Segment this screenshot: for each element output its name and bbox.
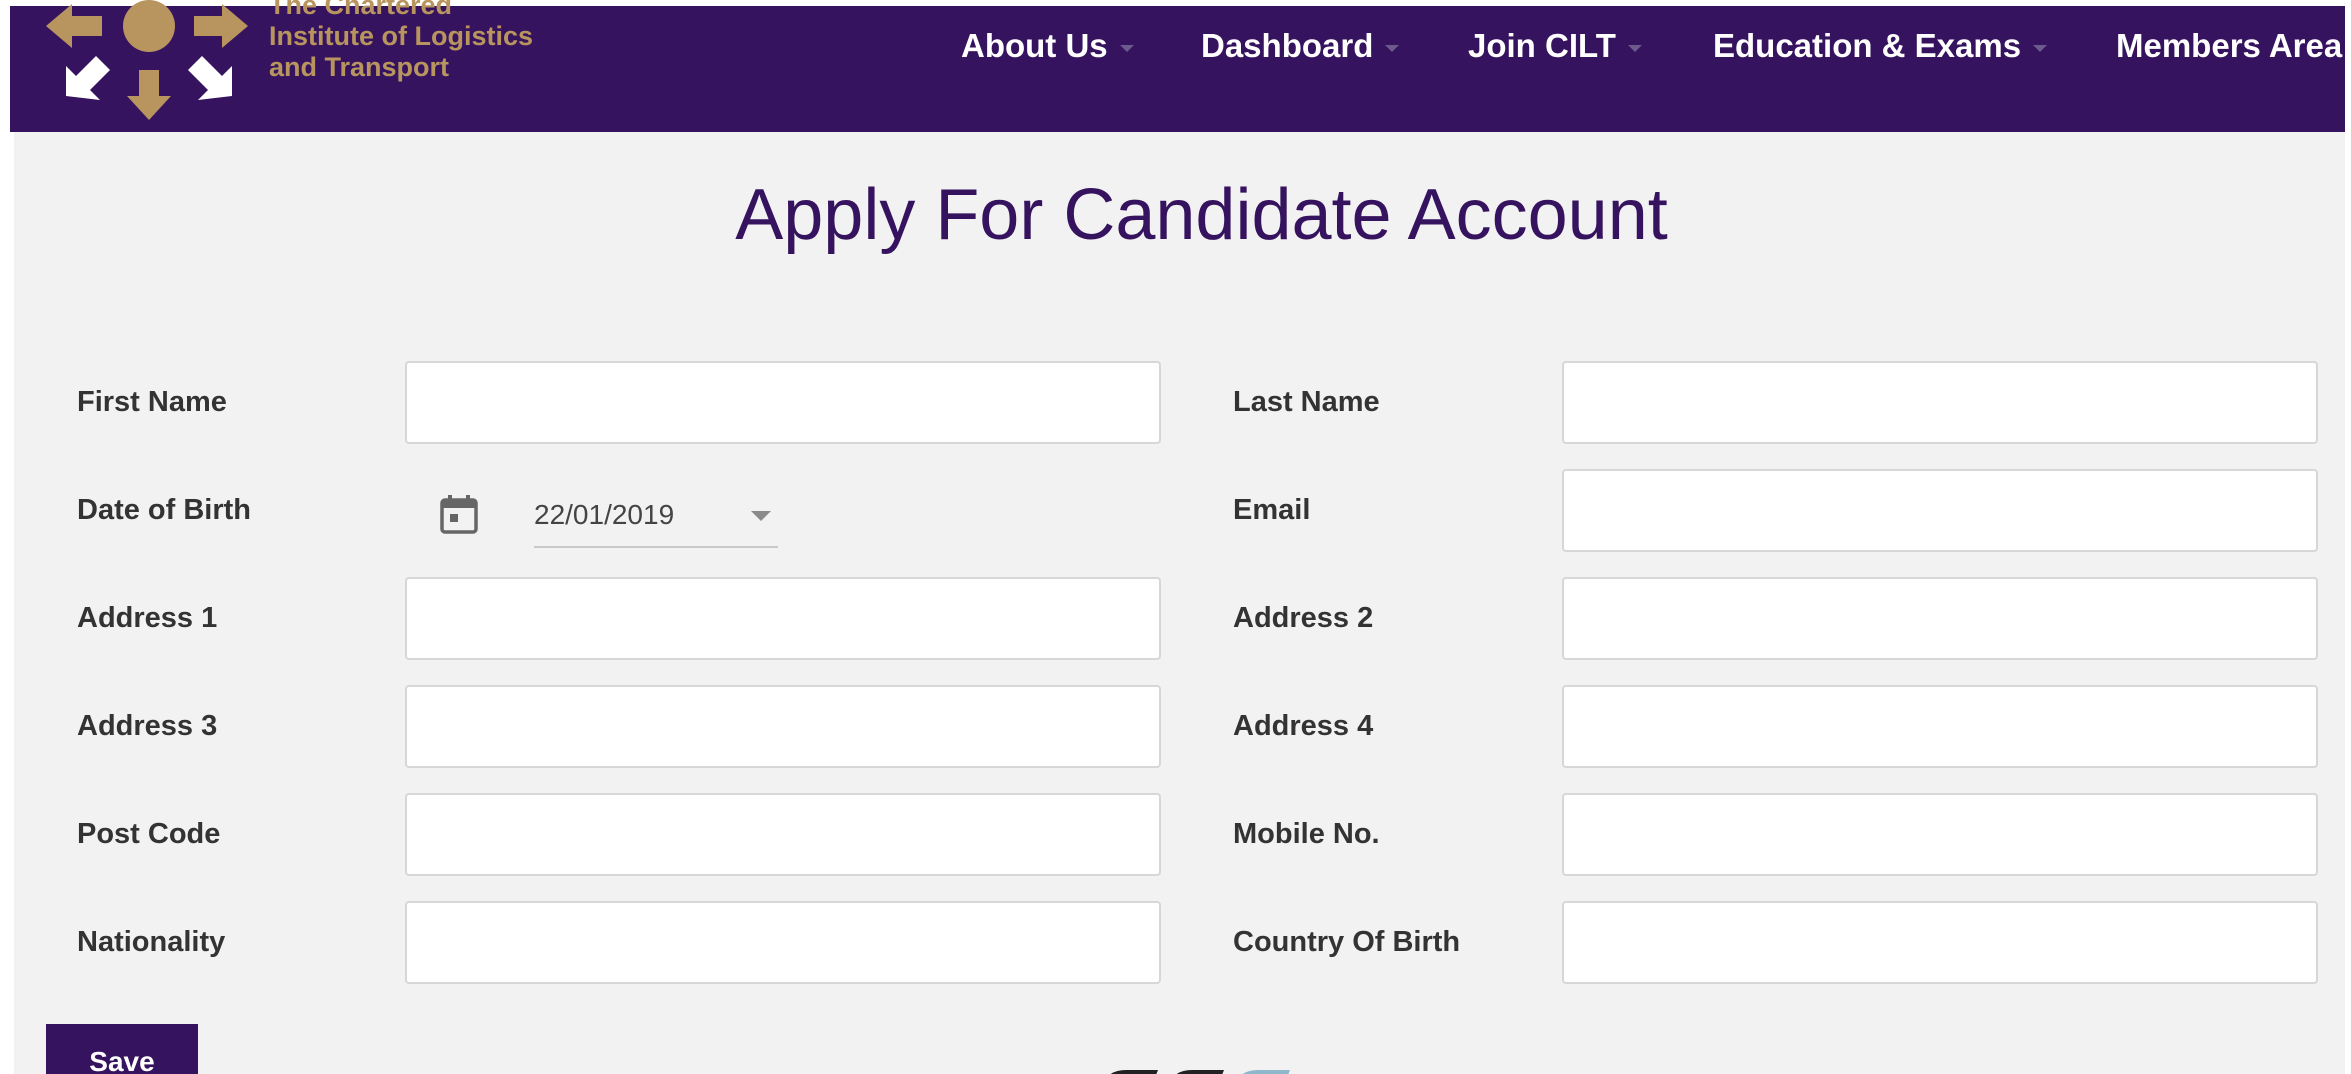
last-name-input[interactable] bbox=[1562, 361, 2318, 444]
main-nav: About Us Dashboard Join CILT Education &… bbox=[10, 6, 2345, 86]
dob-label: Date of Birth bbox=[77, 494, 251, 526]
chevron-down-icon bbox=[2033, 44, 2048, 52]
country-of-birth-input[interactable] bbox=[1562, 901, 2318, 984]
nav-education-exams[interactable]: Education & Exams bbox=[1713, 24, 2048, 68]
dob-underline bbox=[534, 546, 778, 548]
nav-about-us-label: About Us bbox=[961, 27, 1108, 64]
nav-members-area-label: Members Area bbox=[2116, 27, 2343, 64]
chevron-down-icon bbox=[1119, 44, 1134, 52]
chevron-down-icon bbox=[1627, 44, 1642, 52]
site-header: The Chartered Institute of Logistics and… bbox=[10, 0, 2345, 132]
nav-about-us[interactable]: About Us bbox=[961, 24, 1134, 68]
nav-join-cilt-label: Join CILT bbox=[1468, 27, 1616, 64]
first-name-label: First Name bbox=[77, 386, 227, 418]
page-title: Apply For Candidate Account bbox=[735, 175, 1668, 255]
dob-value[interactable]: 22/01/2019 bbox=[534, 495, 674, 535]
country-of-birth-label: Country Of Birth bbox=[1233, 926, 1461, 958]
page: The Chartered Institute of Logistics and… bbox=[0, 0, 2351, 1074]
address3-input[interactable] bbox=[405, 685, 1161, 768]
chevron-down-icon[interactable] bbox=[751, 511, 771, 521]
mobile-input[interactable] bbox=[1562, 793, 2318, 876]
address2-label: Address 2 bbox=[1233, 602, 1374, 634]
chevron-down-icon bbox=[1385, 44, 1400, 52]
address4-input[interactable] bbox=[1562, 685, 2318, 768]
nav-dashboard[interactable]: Dashboard bbox=[1201, 24, 1400, 68]
last-name-label: Last Name bbox=[1233, 386, 1380, 418]
email-label: Email bbox=[1233, 494, 1311, 526]
email-input[interactable] bbox=[1562, 469, 2318, 552]
nationality-input[interactable] bbox=[405, 901, 1161, 984]
nav-join-cilt[interactable]: Join CILT bbox=[1468, 24, 1642, 68]
footer-logo-icon bbox=[1110, 1070, 1290, 1074]
address1-input[interactable] bbox=[405, 577, 1161, 660]
nationality-label: Nationality bbox=[77, 926, 226, 958]
main-content: Apply For Candidate Account First Name L… bbox=[14, 132, 2345, 1074]
address1-label: Address 1 bbox=[77, 602, 218, 634]
mobile-label: Mobile No. bbox=[1233, 818, 1380, 850]
address3-label: Address 3 bbox=[77, 710, 218, 742]
save-button[interactable]: Save bbox=[46, 1024, 198, 1074]
address4-label: Address 4 bbox=[1233, 710, 1374, 742]
postcode-input[interactable] bbox=[405, 793, 1161, 876]
nav-members-area[interactable]: Members Area bbox=[2116, 24, 2351, 68]
nav-education-exams-label: Education & Exams bbox=[1713, 27, 2022, 64]
postcode-label: Post Code bbox=[77, 818, 221, 850]
calendar-icon[interactable] bbox=[438, 494, 480, 536]
address2-input[interactable] bbox=[1562, 577, 2318, 660]
first-name-input[interactable] bbox=[405, 361, 1161, 444]
nav-dashboard-label: Dashboard bbox=[1201, 27, 1374, 64]
